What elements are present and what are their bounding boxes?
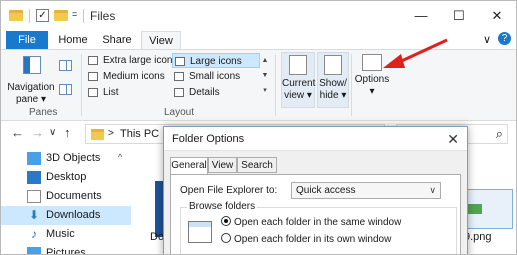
list-icon: [88, 88, 98, 97]
separator: [81, 54, 82, 116]
large-icons-icon: [175, 57, 185, 66]
small-icons-icon: [174, 72, 184, 81]
tab-search[interactable]: Search: [237, 157, 277, 173]
show-hide-button[interactable]: Show/ hide ▾: [317, 52, 349, 108]
music-icon: ♪: [31, 227, 37, 241]
separator: [275, 54, 276, 116]
close-button[interactable]: ✕: [482, 5, 512, 27]
options-icon: [362, 54, 382, 71]
current-view-button[interactable]: Current view ▾: [281, 52, 315, 108]
layout-extra-large-icons[interactable]: Extra large icons: [86, 53, 177, 68]
tab-file[interactable]: File: [6, 31, 48, 49]
file-label[interactable]: Do: [150, 231, 164, 243]
navigation-tree: 3D Objects Desktop Documents ⬇ Downloads …: [1, 147, 161, 254]
details-icon: [174, 88, 184, 97]
browse-folders-legend: Browse folders: [187, 201, 258, 212]
tree-item-pictures[interactable]: Pictures: [1, 244, 131, 254]
window-title: Files: [90, 9, 116, 23]
title-bar: ✓ = Files — ☐ ✕: [1, 1, 516, 31]
layout-group-label: Layout: [164, 107, 195, 118]
breadcrumb[interactable]: This PC: [120, 128, 159, 140]
medium-icons-icon: [88, 72, 98, 81]
tree-item-downloads[interactable]: ⬇ Downloads: [1, 206, 131, 225]
red-arrow-annotation: [383, 38, 448, 68]
tree-item-music[interactable]: ♪ Music: [1, 225, 131, 244]
help-icon[interactable]: ?: [498, 32, 511, 45]
layout-gallery: Extra large icons Large icons Medium ico…: [86, 53, 266, 103]
scroll-up-icon[interactable]: ▲: [259, 53, 271, 68]
properties-icon[interactable]: ✓: [36, 9, 49, 22]
layout-small-icons[interactable]: Small icons: [172, 69, 260, 84]
dialog-close-icon[interactable]: ✕: [447, 131, 459, 148]
navigation-pane-icon[interactable]: [23, 56, 41, 74]
3d-objects-icon: [27, 152, 41, 165]
new-folder-icon[interactable]: [54, 10, 68, 21]
file-label[interactable]: 9.png: [464, 231, 492, 243]
chevron-down-icon: ∨: [429, 185, 436, 195]
separator: [29, 9, 30, 23]
current-view-icon: [289, 55, 307, 75]
tab-share[interactable]: Share: [97, 31, 137, 49]
dialog-title: Folder Options: [172, 133, 245, 145]
browse-folders-icon: [188, 221, 212, 243]
layout-details[interactable]: Details: [172, 85, 260, 100]
browse-folders-group: Browse folders Open each folder in the s…: [180, 201, 457, 254]
more-icon[interactable]: ▾: [259, 83, 271, 98]
navigation-pane-button[interactable]: Navigation pane ▾: [7, 82, 55, 106]
open-explorer-label: Open File Explorer to:: [180, 185, 278, 196]
tab-view[interactable]: View: [141, 31, 181, 49]
recent-locations-icon[interactable]: ∨: [49, 127, 56, 138]
forward-icon[interactable]: →: [31, 125, 44, 140]
details-pane-icon[interactable]: [59, 84, 72, 95]
panes-group-label: Panes: [29, 107, 58, 118]
breadcrumb-separator: >: [108, 128, 114, 139]
show-hide-icon: [324, 55, 342, 75]
layout-large-icons[interactable]: Large icons: [172, 53, 260, 68]
minimize-button[interactable]: —: [406, 5, 436, 27]
radio-same-window[interactable]: Open each folder in the same window: [221, 216, 401, 228]
layout-scroll[interactable]: ▲ ▼ ▾: [259, 53, 271, 99]
customize-quick-access-icon[interactable]: =: [72, 9, 77, 23]
separator: [351, 54, 352, 116]
folder-options-dialog: Folder Options ✕ General View Search Ope…: [163, 126, 468, 254]
collapse-icon[interactable]: ^: [118, 152, 122, 162]
desktop-icon: [27, 171, 41, 184]
radio-button[interactable]: [221, 233, 231, 243]
up-icon[interactable]: ↑: [64, 125, 71, 140]
general-panel: Open File Explorer to: Quick access ∨ Br…: [170, 174, 461, 254]
downloads-icon: ⬇: [28, 208, 40, 222]
expand-ribbon-icon[interactable]: ∨: [483, 33, 491, 46]
tab-general[interactable]: General: [170, 157, 208, 175]
search-icon: ⌕: [495, 126, 503, 141]
layout-medium-icons[interactable]: Medium icons: [86, 69, 172, 84]
dialog-title-bar: Folder Options ✕: [164, 127, 467, 151]
tree-item-3d-objects[interactable]: 3D Objects: [1, 149, 131, 168]
tab-view-options[interactable]: View: [208, 157, 237, 173]
maximize-button[interactable]: ☐: [444, 5, 474, 27]
radio-button[interactable]: [221, 216, 231, 226]
back-icon[interactable]: ←: [11, 125, 24, 140]
tree-item-desktop[interactable]: Desktop: [1, 168, 131, 187]
tab-home[interactable]: Home: [53, 31, 93, 49]
radio-own-window[interactable]: Open each folder in its own window: [221, 233, 391, 245]
scroll-down-icon[interactable]: ▼: [259, 68, 271, 83]
documents-icon: [27, 190, 41, 203]
folder-icon: [91, 129, 104, 140]
tree-item-documents[interactable]: Documents: [1, 187, 131, 206]
layout-list[interactable]: List: [86, 85, 172, 100]
separator: [83, 9, 84, 23]
pictures-icon: [27, 247, 41, 254]
preview-pane-icon[interactable]: [59, 60, 72, 71]
file-explorer-window: ✓ = Files — ☐ ✕ File Home Share View ∨ ?…: [0, 0, 517, 255]
folder-icon: [9, 10, 23, 21]
open-explorer-select[interactable]: Quick access ∨: [291, 182, 441, 199]
extra-large-icons-icon: [88, 56, 98, 65]
